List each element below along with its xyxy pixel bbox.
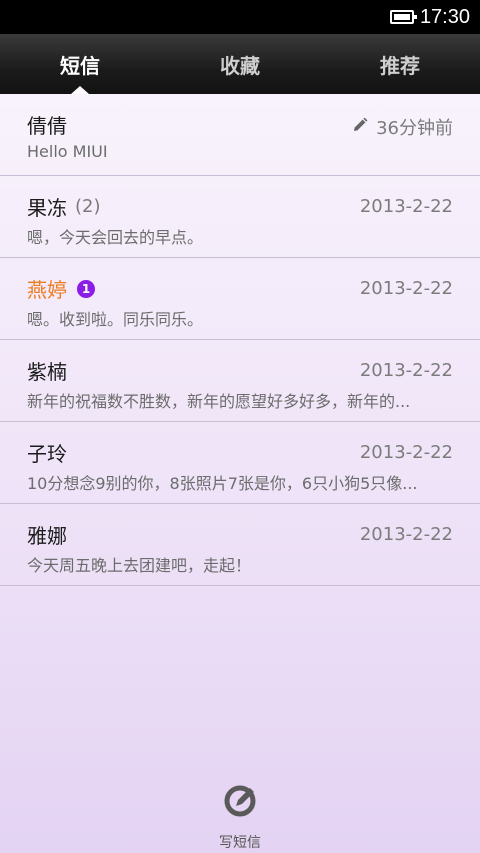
message-count: (2) — [75, 196, 101, 217]
list-item[interactable]: 紫楠 2013-2-22 新年的祝福数不胜数，新年的愿望好多好多，新年的... — [0, 340, 480, 422]
list-item[interactable]: 子玲 2013-2-22 10分想念9别的你，8张照片7张是你，6只小狗5只像.… — [0, 422, 480, 504]
pencil-icon — [352, 117, 368, 138]
message-list: 倩倩 36分钟前 Hello MIUI 果冻 (2) 2013-2-22 嗯，今… — [0, 94, 480, 586]
message-preview: 10分想念9别的你，8张照片7张是你，6只小狗5只像... — [27, 474, 418, 493]
tab-favorites[interactable]: 收藏 — [160, 34, 320, 94]
tab-messages[interactable]: 短信 — [0, 34, 160, 94]
message-preview: 今天周五晚上去团建吧，走起！ — [27, 556, 252, 575]
contact-name: 倩倩 — [27, 110, 67, 139]
tab-recommended[interactable]: 推荐 — [320, 34, 480, 94]
list-item[interactable]: 雅娜 2013-2-22 今天周五晚上去团建吧，走起！ — [0, 504, 480, 586]
message-date: 2013-2-22 — [359, 360, 453, 381]
message-date: 2013-2-22 — [359, 442, 453, 463]
message-preview: 新年的祝福数不胜数，新年的愿望好多好多，新年的... — [27, 392, 411, 411]
contact-name-text: 紫楠 — [27, 360, 67, 384]
unread-badge: 1 — [77, 279, 95, 298]
contact-name-text: 子玲 — [27, 442, 67, 466]
battery-icon — [389, 10, 417, 24]
contact-name: 紫楠 — [27, 356, 67, 385]
list-item[interactable]: 果冻 (2) 2013-2-22 嗯，今天会回去的早点。 — [0, 176, 480, 258]
contact-name-text: 倩倩 — [27, 114, 67, 138]
list-item[interactable]: 燕婷 1 2013-2-22 嗯。收到啦。同乐同乐。 — [0, 258, 480, 340]
contact-name-text: 雅娜 — [27, 524, 67, 548]
tab-bar: 短信 收藏 推荐 — [0, 34, 480, 94]
message-date: 2013-2-22 — [359, 196, 453, 217]
contact-name: 子玲 — [27, 438, 67, 467]
compose-label: 写短信 — [219, 835, 261, 851]
compose-icon — [224, 785, 256, 817]
contact-name-text: 燕婷 — [27, 278, 67, 302]
message-preview: 嗯，今天会回去的早点。 — [27, 228, 204, 247]
contact-name: 燕婷 1 — [27, 274, 95, 303]
list-item[interactable]: 倩倩 36分钟前 Hello MIUI — [0, 94, 480, 176]
status-bar: 17:30 — [0, 0, 480, 34]
status-time: 17:30 — [419, 5, 470, 28]
contact-name-text: 果冻 — [27, 196, 67, 220]
contact-name: 果冻 (2) — [27, 192, 101, 221]
message-preview: 嗯。收到啦。同乐同乐。 — [27, 310, 204, 329]
compose-button[interactable]: 写短信 — [200, 780, 280, 852]
message-date-text: 36分钟前 — [376, 118, 453, 139]
message-date: 2013-2-22 — [359, 524, 453, 545]
contact-name: 雅娜 — [27, 520, 67, 549]
message-date: 36分钟前 — [352, 114, 453, 140]
message-date: 2013-2-22 — [359, 278, 453, 299]
message-preview: Hello MIUI — [27, 142, 108, 161]
